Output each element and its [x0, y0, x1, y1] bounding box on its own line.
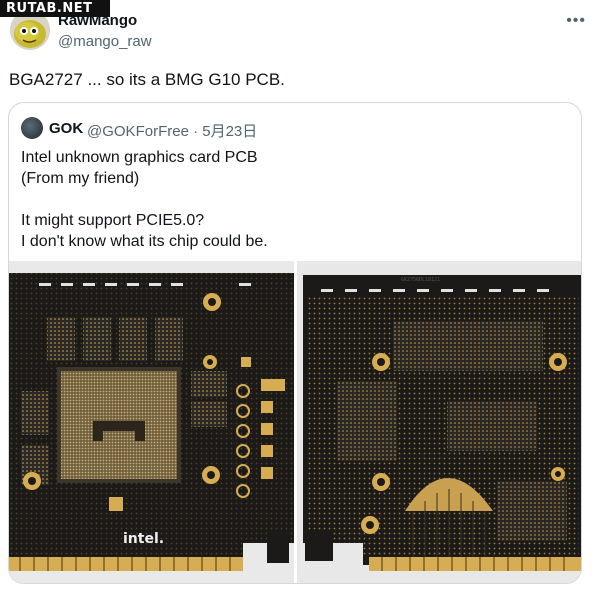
pcb-serial: GK2756DL18121	[401, 277, 440, 283]
quote-line: It might support PCIE5.0?	[21, 212, 205, 229]
quoted-tweet[interactable]: GOK @GOKForFree · 5月23日 Intel unknown gr…	[8, 102, 582, 584]
quote-author-name[interactable]: GOK	[49, 120, 83, 137]
quote-line-gap	[21, 189, 268, 210]
quote-line: I don't know what its chip could be.	[21, 233, 268, 250]
pcb-photo-back[interactable]: GK2756DL18121	[297, 261, 581, 583]
quote-author-handle: @GOKForFree · 5月23日	[87, 123, 258, 140]
author-handle[interactable]: @mango_raw	[58, 33, 152, 50]
quote-avatar[interactable]	[21, 117, 43, 139]
pcb-photo-front[interactable]: intel.	[9, 261, 294, 583]
tweet: RawMango @mango_raw ••• BGA2727 ... so i…	[0, 0, 600, 599]
quote-line: (From my friend)	[21, 170, 140, 187]
intel-logo: intel.	[123, 531, 164, 547]
tweet-text: BGA2727 ... so its a BMG G10 PCB.	[9, 70, 285, 89]
quote-line: Intel unknown graphics card PCB	[21, 149, 258, 166]
quote-text: Intel unknown graphics card PCB (From my…	[21, 147, 268, 252]
site-watermark: RUTAB.NET	[0, 0, 110, 17]
more-dots-icon[interactable]: •••	[566, 12, 586, 30]
